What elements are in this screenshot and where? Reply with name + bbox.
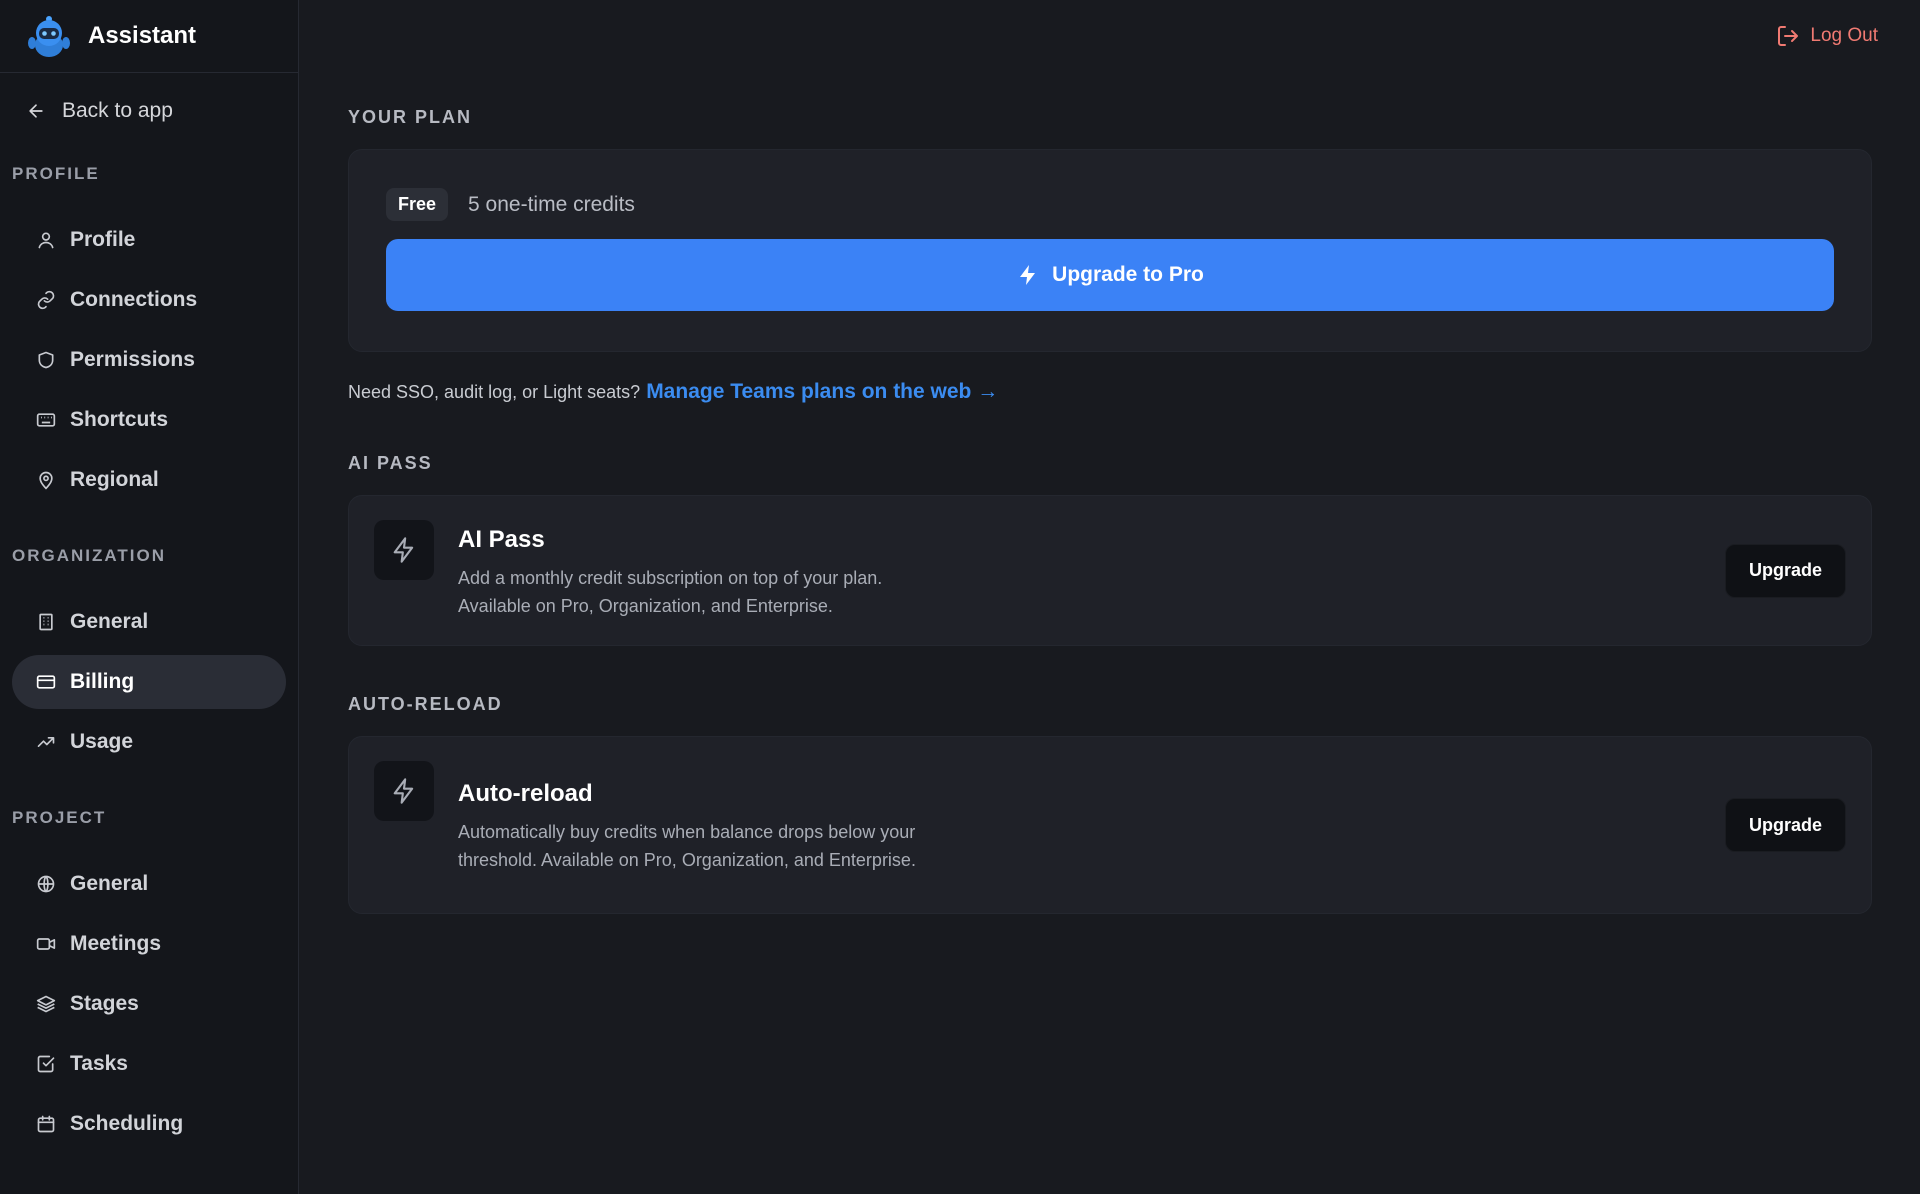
nav-section-project: PROJECT xyxy=(12,808,107,827)
bolt-icon xyxy=(393,537,414,563)
logout-label: Log Out xyxy=(1810,25,1878,46)
check-square-icon xyxy=(37,1055,55,1073)
credits-text: 5 one-time credits xyxy=(468,192,635,216)
bolt-icon xyxy=(1020,265,1036,285)
upgrade-to-pro-button[interactable]: Upgrade to Pro xyxy=(386,239,1834,311)
brand-name: Assistant xyxy=(88,22,197,49)
ai-pass-card: AI Pass Add a monthly credit subscriptio… xyxy=(348,495,1872,646)
keyboard-icon xyxy=(36,413,56,427)
auto-reload-description: Automatically buy credits when balance d… xyxy=(458,822,916,870)
sidebar-item-label: Scheduling xyxy=(70,1112,184,1135)
back-to-app-label: Back to app xyxy=(62,99,173,122)
sidebar-item-label: Billing xyxy=(70,670,135,693)
sidebar-item-shortcuts[interactable]: Shortcuts xyxy=(12,393,286,447)
trending-up-icon xyxy=(37,737,55,747)
robot-logo-icon xyxy=(28,16,70,57)
user-icon xyxy=(38,232,54,249)
logout-icon xyxy=(1778,26,1799,46)
section-title-plan: YOUR PLAN xyxy=(348,107,473,127)
sidebar-item-tasks[interactable]: Tasks xyxy=(12,1037,286,1091)
shield-icon xyxy=(38,351,54,369)
ai-pass-icon-box xyxy=(374,520,434,580)
layers-icon xyxy=(36,995,56,1013)
main-content: Log Out YOUR PLAN Free 5 one-time credit… xyxy=(299,0,1920,1194)
sidebar-item-label: Profile xyxy=(70,228,136,251)
arrow-left-icon xyxy=(29,104,43,118)
sidebar-item-label: General xyxy=(70,872,149,895)
video-icon xyxy=(36,938,56,950)
sidebar-item-label: Regional xyxy=(70,468,159,491)
map-pin-icon xyxy=(39,471,53,490)
sidebar-item-org-general[interactable]: General xyxy=(12,595,286,649)
sidebar-item-label: General xyxy=(70,610,149,633)
teams-line: Need SSO, audit log, or Light seats? Man… xyxy=(348,380,1872,404)
sidebar-item-profile[interactable]: Profile xyxy=(12,213,286,267)
sidebar-item-label: Shortcuts xyxy=(70,408,169,431)
bolt-icon xyxy=(393,778,414,804)
ai-pass-title: AI Pass xyxy=(458,525,545,553)
credit-card-icon xyxy=(36,675,56,689)
calendar-icon xyxy=(37,1115,55,1133)
teams-prompt: Need SSO, audit log, or Light seats? xyxy=(348,382,641,402)
sidebar-item-label: Usage xyxy=(70,730,134,753)
sidebar-item-label: Tasks xyxy=(70,1052,128,1075)
upgrade-to-pro-label: Upgrade to Pro xyxy=(1052,263,1204,286)
globe-icon xyxy=(37,875,55,893)
auto-reload-icon-box xyxy=(374,761,434,821)
sidebar-item-permissions[interactable]: Permissions xyxy=(12,333,286,387)
sidebar-item-project-general[interactable]: General xyxy=(12,857,286,911)
link-icon xyxy=(37,290,55,310)
brand-header: Assistant xyxy=(0,0,298,73)
sidebar-item-stages[interactable]: Stages xyxy=(12,977,286,1031)
plan-badge: Free xyxy=(386,188,449,221)
sidebar-item-meetings[interactable]: Meetings xyxy=(12,917,286,971)
ai-pass-upgrade-button[interactable]: Upgrade xyxy=(1724,543,1846,598)
sidebar-item-billing[interactable]: Billing xyxy=(12,655,286,709)
sidebar-item-label: Stages xyxy=(70,992,139,1015)
building-icon xyxy=(39,613,53,631)
logout-button[interactable]: Log Out xyxy=(1776,24,1878,48)
plan-card: Free 5 one-time credits Upgrade to Pro xyxy=(348,149,1872,352)
sidebar-item-label: Connections xyxy=(70,288,198,311)
manage-teams-link[interactable]: Manage Teams plans on the web → xyxy=(646,380,998,404)
nav-section-organization: ORGANIZATION xyxy=(12,546,167,565)
sidebar-item-connections[interactable]: Connections xyxy=(12,273,286,327)
sidebar-item-usage[interactable]: Usage xyxy=(12,715,286,769)
sidebar-item-scheduling[interactable]: Scheduling xyxy=(12,1097,286,1151)
auto-reload-card: Auto-reload Automatically buy credits wh… xyxy=(348,736,1872,914)
auto-reload-upgrade-button[interactable]: Upgrade xyxy=(1724,798,1846,852)
sidebar-item-regional[interactable]: Regional xyxy=(12,453,286,507)
nav-section-profile: PROFILE xyxy=(12,164,100,183)
sidebar-item-label: Permissions xyxy=(70,348,195,371)
ai-pass-description: Add a monthly credit subscription on top… xyxy=(458,567,883,616)
section-title-auto-reload: AUTO-RELOAD xyxy=(348,694,503,714)
section-title-ai-pass: AI PASS xyxy=(348,453,433,473)
auto-reload-title: Auto-reload xyxy=(458,780,593,807)
sidebar: Assistant Back to app PROFILE Profile Co… xyxy=(0,0,299,1194)
sidebar-item-label: Meetings xyxy=(70,932,162,955)
back-to-app-link[interactable]: Back to app xyxy=(0,73,298,149)
